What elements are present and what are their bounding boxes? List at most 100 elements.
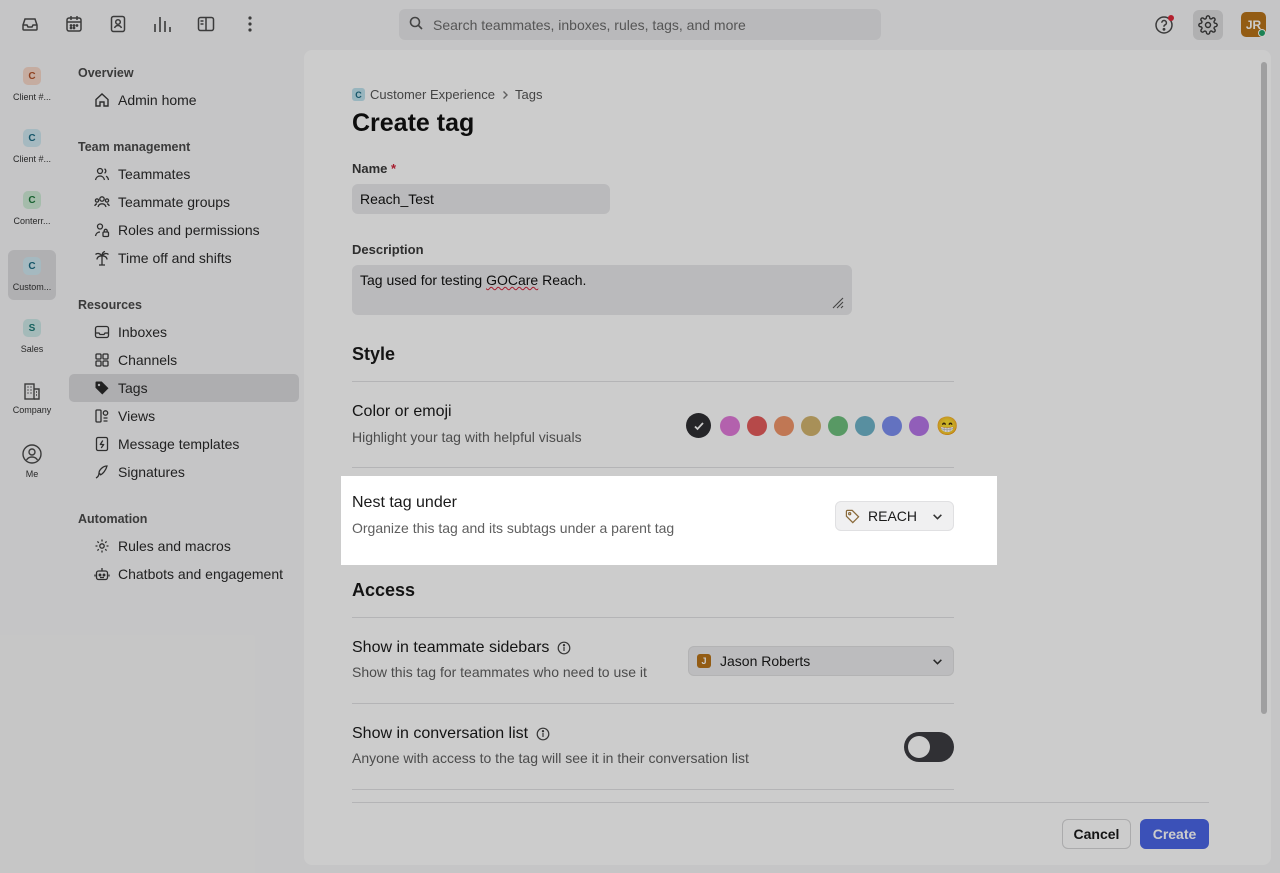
company-button[interactable]: Company <box>8 374 56 424</box>
nest-tag-subtitle: Organize this tag and its subtags under … <box>352 520 675 536</box>
swatch-purple[interactable] <box>909 415 929 436</box>
misspelled-word: GOCare <box>486 272 539 288</box>
nav-item-label: Rules and macros <box>118 538 231 554</box>
global-search-input[interactable]: Search teammates, inboxes, rules, tags, … <box>399 9 881 40</box>
search-placeholder: Search teammates, inboxes, rules, tags, … <box>433 16 746 33</box>
description-label: Description <box>352 242 424 257</box>
color-swatch-list: 😁 <box>686 413 958 438</box>
info-icon <box>558 641 571 655</box>
user-lock-icon <box>94 223 110 238</box>
footer-divider <box>352 802 1209 803</box>
breadcrumb-workspace[interactable]: Customer Experience <box>370 87 495 102</box>
nav-item-teammate-groups[interactable]: Teammate groups <box>69 188 299 216</box>
nav-item-label: Chatbots and engagement <box>118 566 284 582</box>
scrollbar[interactable] <box>1261 62 1267 714</box>
swatch-blue[interactable] <box>882 415 902 436</box>
conversation-list-toggle[interactable] <box>904 732 954 762</box>
breadcrumb: C Customer Experience Tags <box>352 87 542 102</box>
divider <box>352 381 954 382</box>
color-emoji-subtitle: Highlight your tag with helpful visuals <box>352 429 582 445</box>
nav-item-label: Views <box>118 408 156 424</box>
workspace-sales[interactable]: S Sales <box>8 312 56 362</box>
nav-item-views[interactable]: Views <box>69 402 299 430</box>
company-label: Company <box>12 405 52 415</box>
workspace-client-2[interactable]: C Client #... <box>8 122 56 172</box>
nav-item-message-templates[interactable]: Message templates <box>69 430 299 458</box>
swatch-red[interactable] <box>747 415 767 436</box>
me-button[interactable]: Me <box>8 436 56 486</box>
help-button[interactable] <box>1149 10 1179 40</box>
workspace-badge: C <box>23 191 41 209</box>
workspace-conterr[interactable]: C Conterr... <box>8 184 56 234</box>
workspace-badge: C <box>23 129 41 147</box>
chevron-down-icon <box>933 513 942 520</box>
inbox-icon[interactable] <box>18 12 42 36</box>
teammate-badge: J <box>697 654 711 668</box>
split-view-icon[interactable] <box>194 12 218 36</box>
sidebar-visibility-subtitle: Show this tag for teammates who need to … <box>352 664 647 680</box>
workspace-customer-experience[interactable]: C Custom... <box>8 250 56 300</box>
nav-item-roles[interactable]: Roles and permissions <box>69 216 299 244</box>
grid-icon <box>95 353 109 367</box>
tag-icon <box>845 509 860 523</box>
analytics-icon[interactable] <box>150 12 174 36</box>
calendar-icon[interactable] <box>62 12 86 36</box>
parent-tag-select[interactable]: REACH <box>835 501 954 531</box>
description-textarea[interactable]: Tag used for testing GOCare Reach. <box>352 265 852 315</box>
workspace-label: Client #... <box>12 154 52 164</box>
create-button[interactable]: Create <box>1140 819 1209 849</box>
nav-section-team: Team management <box>78 140 191 154</box>
nav-item-teammates[interactable]: Teammates <box>69 160 299 188</box>
settings-button[interactable] <box>1193 10 1223 40</box>
swatch-dark-selected[interactable] <box>686 413 711 438</box>
lightning-doc-icon <box>95 436 109 452</box>
users-icon <box>94 167 110 181</box>
info-icon <box>536 727 550 741</box>
nav-section-automation: Automation <box>78 512 148 526</box>
gear-icon <box>1198 15 1218 35</box>
nav-item-label: Teammates <box>118 166 191 182</box>
search-icon <box>409 16 423 33</box>
nav-item-label: Roles and permissions <box>118 222 260 238</box>
notification-dot <box>1168 15 1174 21</box>
workspace-label: Client #... <box>12 92 52 102</box>
swatch-pink[interactable] <box>720 415 740 436</box>
cancel-button[interactable]: Cancel <box>1062 819 1131 849</box>
nav-item-signatures[interactable]: Signatures <box>69 458 299 486</box>
nav-item-inboxes[interactable]: Inboxes <box>69 318 299 346</box>
home-icon <box>95 93 109 107</box>
swatch-green[interactable] <box>828 415 848 436</box>
workspace-client-1[interactable]: C Client #... <box>8 60 56 110</box>
access-heading: Access <box>352 580 416 600</box>
teammate-select[interactable]: J Jason Roberts <box>688 646 954 676</box>
required-mark: * <box>391 161 397 176</box>
divider <box>352 617 954 618</box>
nav-item-chatbots[interactable]: Chatbots and engagement <box>69 560 299 588</box>
cog-icon <box>95 539 109 553</box>
divider <box>352 703 954 704</box>
user-circle-icon <box>22 444 42 464</box>
more-icon[interactable] <box>238 12 262 36</box>
swatch-teal[interactable] <box>855 415 875 436</box>
emoji-picker[interactable]: 😁 <box>936 416 958 436</box>
breadcrumb-tags[interactable]: Tags <box>515 87 542 102</box>
nav-item-time-off[interactable]: Time off and shifts <box>69 244 299 272</box>
contacts-icon[interactable] <box>106 12 130 36</box>
toggle-knob <box>908 736 930 758</box>
swatch-yellow[interactable] <box>801 415 821 436</box>
nav-item-channels[interactable]: Channels <box>69 346 299 374</box>
views-icon <box>95 409 109 423</box>
conversation-list-title: Show in conversation list <box>352 725 550 743</box>
name-input[interactable]: Reach_Test <box>352 184 610 214</box>
nav-item-tags[interactable]: Tags <box>69 374 299 402</box>
workspace-label: Sales <box>20 344 44 354</box>
nav-item-admin-home[interactable]: Admin home <box>69 86 299 114</box>
palm-tree-icon <box>95 250 109 266</box>
swatch-orange[interactable] <box>774 415 794 436</box>
nav-item-label: Inboxes <box>118 324 168 340</box>
tag-icon <box>95 381 109 395</box>
divider <box>352 467 954 468</box>
nav-item-rules[interactable]: Rules and macros <box>69 532 299 560</box>
workspace-badge: C <box>23 257 41 275</box>
chevron-right-icon <box>503 90 508 99</box>
